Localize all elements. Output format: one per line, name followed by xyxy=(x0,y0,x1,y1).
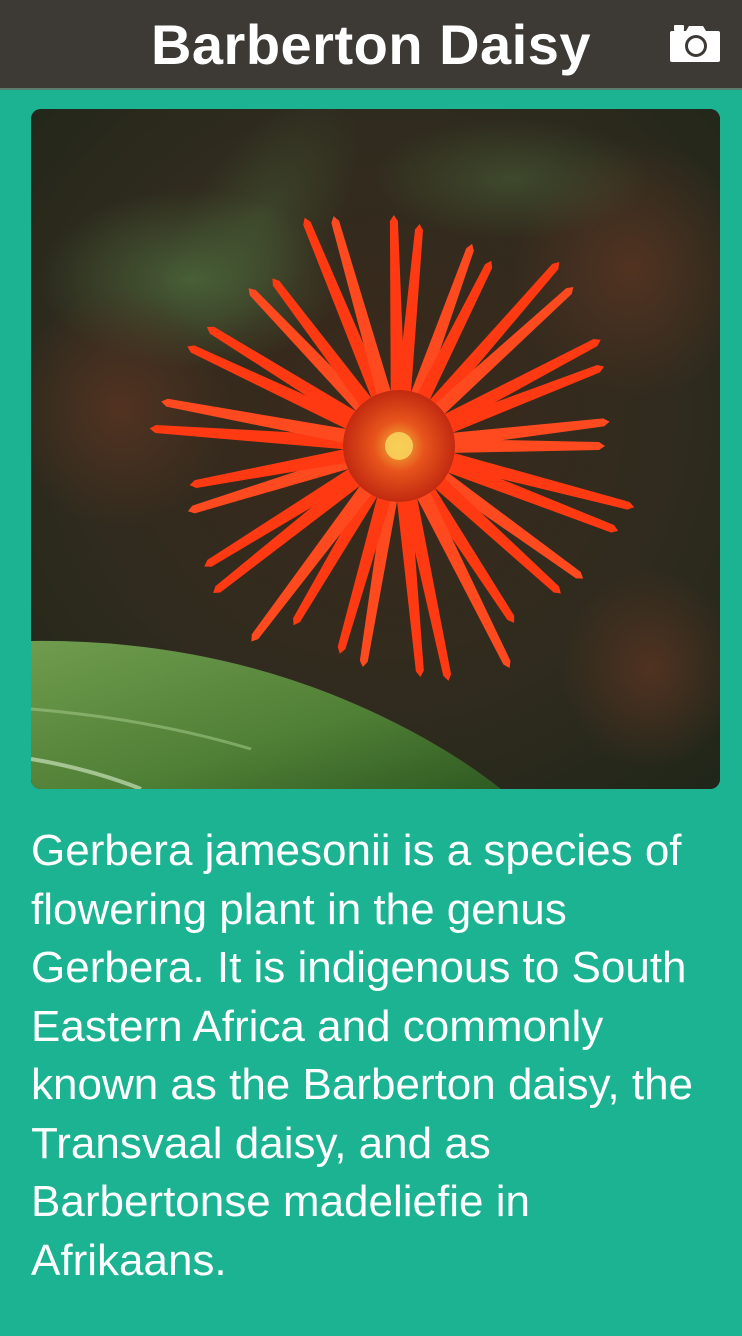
camera-icon xyxy=(670,25,720,62)
flower-photo xyxy=(31,109,720,789)
camera-button[interactable] xyxy=(668,22,722,64)
plant-description: Gerbera jamesonii is a species of flower… xyxy=(31,826,694,1285)
navigation-bar: Barberton Daisy xyxy=(0,0,742,90)
page-title: Barberton Daisy xyxy=(150,13,592,76)
